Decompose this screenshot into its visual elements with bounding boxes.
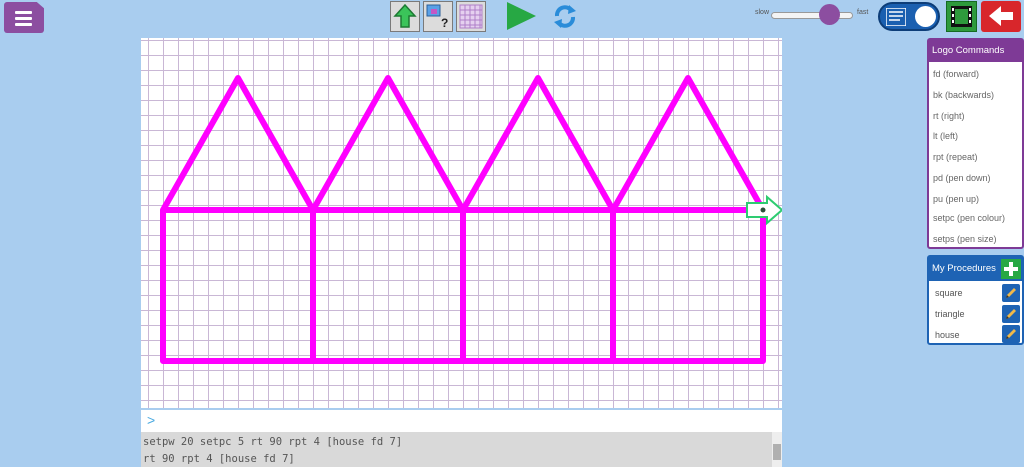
play-icon[interactable] — [507, 2, 536, 30]
animation-button[interactable] — [946, 1, 977, 32]
console-scrollbar[interactable] — [772, 432, 782, 467]
back-arrow-icon — [989, 6, 1013, 26]
speed-fast-label: fast — [857, 9, 869, 16]
menu-button[interactable] — [4, 2, 44, 33]
grid-icon — [459, 4, 483, 29]
command-repeat[interactable]: rpt (repeat) — [933, 152, 978, 162]
pencil-icon — [1006, 288, 1016, 298]
back-button[interactable] — [981, 1, 1021, 32]
procedure-square[interactable]: square — [935, 288, 963, 298]
film-strip-icon — [951, 6, 972, 27]
pencil-icon — [1006, 329, 1016, 339]
turtle-drawing — [160, 75, 782, 364]
refresh-icon[interactable] — [551, 2, 579, 31]
menu-icon-bar — [15, 23, 32, 26]
procedure-triangle[interactable]: triangle — [935, 309, 965, 319]
image-help-icon: ? — [426, 4, 448, 30]
console-scrollbar-thumb[interactable] — [773, 444, 781, 460]
svg-text:?: ? — [441, 16, 448, 30]
edit-square-button[interactable] — [1002, 284, 1020, 302]
prompt-symbol: > — [147, 412, 156, 428]
command-pen-size[interactable]: setps (pen size) — [933, 234, 997, 244]
speed-slider-thumb[interactable] — [819, 4, 840, 25]
grid-toggle-button[interactable] — [456, 1, 486, 32]
command-right[interactable]: rt (right) — [933, 111, 965, 121]
command-pen-down[interactable]: pd (pen down) — [933, 173, 991, 183]
logo-commands-title: Logo Commands — [929, 40, 1022, 62]
house-2 — [310, 75, 466, 364]
command-left[interactable]: lt (left) — [933, 131, 958, 141]
command-pen-up[interactable]: pu (pen up) — [933, 194, 979, 204]
command-forward[interactable]: fd (forward) — [933, 69, 979, 79]
add-procedure-button[interactable] — [1001, 259, 1021, 279]
house-3 — [460, 75, 616, 364]
edit-triangle-button[interactable] — [1002, 305, 1020, 323]
command-backwards[interactable]: bk (backwards) — [933, 90, 994, 100]
house-1 — [160, 75, 316, 364]
menu-icon-bar — [15, 17, 32, 20]
command-pen-colour[interactable]: setpc (pen colour) — [933, 213, 1005, 223]
drawing-canvas[interactable] — [141, 38, 782, 408]
view-toggle-switch[interactable] — [878, 2, 940, 31]
command-history[interactable]: setpw 20 setpc 5 rt 90 rpt 4 [house fd 7… — [141, 432, 782, 467]
menu-icon-bar — [15, 11, 32, 14]
history-line[interactable]: setpw 20 setpc 5 rt 90 rpt 4 [house fd 7… — [143, 436, 402, 448]
my-procedures-panel: My Procedures square triangle house — [927, 255, 1024, 345]
pencil-icon — [1006, 309, 1016, 319]
text-lines-icon — [886, 8, 906, 26]
house-4 — [610, 75, 766, 364]
toggle-knob — [915, 6, 936, 27]
help-button[interactable]: ? — [423, 1, 453, 32]
top-toolbar: ? slow fast — [0, 0, 1024, 34]
history-line[interactable]: rt 90 rpt 4 [house fd 7] — [143, 453, 295, 465]
logo-commands-panel: Logo Commands fd (forward) bk (backwards… — [927, 38, 1024, 249]
edit-house-button[interactable] — [1002, 325, 1020, 343]
turtle-home-button[interactable] — [390, 1, 420, 32]
up-arrow-icon — [393, 3, 417, 28]
command-input[interactable]: > — [141, 410, 782, 432]
procedure-house[interactable]: house — [935, 330, 960, 340]
speed-slider-track[interactable] — [771, 12, 853, 19]
speed-slow-label: slow — [755, 9, 770, 16]
